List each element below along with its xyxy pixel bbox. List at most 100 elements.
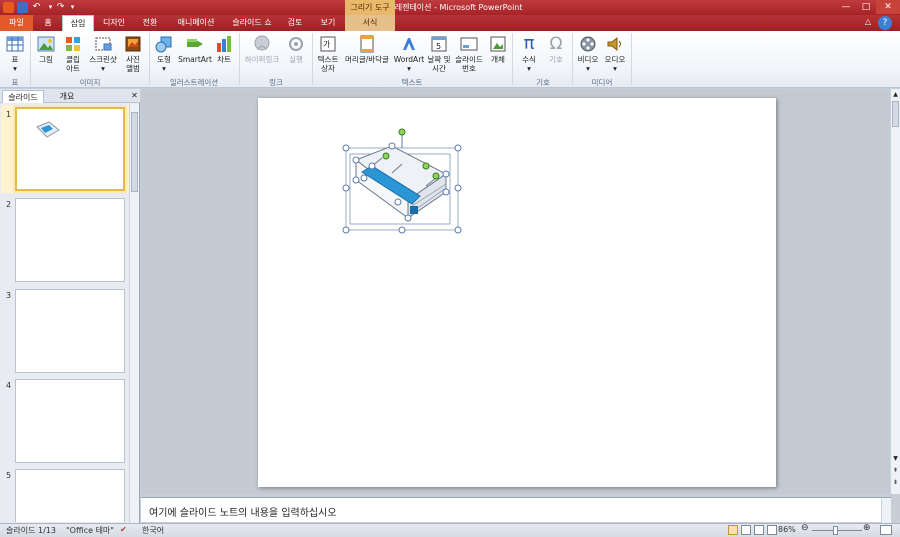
tab-view[interactable]: 보기 bbox=[313, 15, 343, 31]
clipart-button[interactable]: 클립 아트 bbox=[60, 33, 86, 73]
tab-file[interactable]: 파일 bbox=[0, 15, 33, 31]
redo-icon[interactable]: ↷ bbox=[55, 2, 66, 13]
spellcheck-icon[interactable]: ✔ bbox=[120, 525, 127, 534]
tab-home[interactable]: 홈 bbox=[36, 15, 60, 31]
group-label-links: 링크 bbox=[269, 78, 283, 87]
calendar-icon: 5 bbox=[431, 36, 447, 52]
slide-thumbnail-2[interactable] bbox=[15, 198, 125, 282]
group-separator bbox=[572, 33, 573, 85]
title-bar: 새 프레젠테이션 - Microsoft PowerPoint bbox=[0, 0, 900, 15]
chart-button[interactable]: 차트 bbox=[213, 33, 235, 64]
slide-thumbnail-1[interactable] bbox=[15, 107, 125, 191]
scrollbar-thumb[interactable] bbox=[131, 112, 138, 192]
powerpoint-logo-icon[interactable] bbox=[3, 2, 14, 13]
object-button[interactable]: 개체 bbox=[487, 33, 509, 64]
symbol-button[interactable]: Ω 기호 bbox=[543, 33, 569, 64]
maximize-button[interactable]: □ bbox=[856, 0, 876, 14]
window-title: 새 프레젠테이션 - Microsoft PowerPoint bbox=[377, 3, 523, 12]
tab-animations[interactable]: 애니메이션 bbox=[168, 15, 224, 31]
notes-pane[interactable]: 여기에 슬라이드 노트의 내용을 입력하십시오 bbox=[141, 497, 891, 523]
action-icon bbox=[289, 37, 303, 51]
tab-outline[interactable]: 개요 bbox=[46, 90, 88, 103]
theme-name[interactable]: "Office 테마" bbox=[66, 525, 114, 536]
smartart-button[interactable]: SmartArt bbox=[177, 33, 213, 64]
reading-view-icon[interactable] bbox=[754, 525, 764, 535]
tab-review[interactable]: 검토 bbox=[279, 15, 311, 31]
status-bar bbox=[0, 523, 900, 537]
tab-format[interactable]: 서식 bbox=[345, 15, 395, 31]
group-separator bbox=[631, 33, 632, 85]
close-button[interactable]: ✕ bbox=[876, 0, 900, 14]
close-pane-icon[interactable]: ✕ bbox=[130, 91, 139, 101]
picture-icon bbox=[37, 36, 55, 52]
fit-to-window-icon[interactable] bbox=[880, 525, 892, 535]
tab-slides[interactable]: 슬라이드 bbox=[2, 90, 44, 103]
shapes-button[interactable]: 도형 ▾ bbox=[152, 33, 176, 73]
textbox-icon: 가 bbox=[320, 36, 336, 52]
scrollbar-thumb[interactable] bbox=[892, 101, 899, 127]
customize-qat-icon[interactable]: ▾ bbox=[67, 2, 78, 13]
previous-slide-icon[interactable]: ⇞ bbox=[892, 467, 899, 475]
header-footer-button[interactable]: 머리글/바닥글 bbox=[342, 33, 392, 64]
chart-icon bbox=[217, 36, 231, 52]
undo-icon[interactable]: ↶ bbox=[31, 2, 42, 13]
zoom-out-icon[interactable]: ⊖ bbox=[801, 523, 809, 533]
group-label-images: 이미지 bbox=[79, 78, 101, 87]
insert-picture-button[interactable]: 그림 bbox=[34, 33, 58, 64]
group-label-symbols: 기호 bbox=[536, 78, 550, 87]
language-indicator[interactable]: 한국어 bbox=[142, 525, 164, 536]
group-label-text: 텍스트 bbox=[401, 78, 423, 87]
slide-number-button[interactable]: 슬라이드 번호 bbox=[452, 33, 486, 73]
wordart-button[interactable]: WordArt ▾ bbox=[393, 33, 425, 73]
slides-pane-scrollbar[interactable] bbox=[129, 104, 139, 523]
thumbnail-number: 3 bbox=[6, 291, 12, 300]
tab-slideshow[interactable]: 슬라이드 쇼 bbox=[227, 15, 277, 31]
selected-3d-shape[interactable] bbox=[342, 128, 462, 236]
normal-view-icon[interactable] bbox=[728, 525, 738, 535]
tab-design[interactable]: 디자인 bbox=[97, 15, 131, 31]
screenshot-button[interactable]: 스크린샷 ▾ bbox=[87, 33, 119, 73]
tab-transitions[interactable]: 전환 bbox=[134, 15, 166, 31]
save-icon[interactable] bbox=[17, 2, 28, 13]
hyperlink-button[interactable]: 하이퍼링크 bbox=[242, 33, 282, 64]
insert-table-button[interactable]: 표 ▾ bbox=[2, 33, 28, 73]
tab-insert[interactable]: 삽입 bbox=[62, 15, 94, 32]
drawing-tools-header: 그리기 도구 bbox=[345, 0, 395, 15]
thumbnail-number: 5 bbox=[6, 471, 12, 480]
slideshow-view-icon[interactable] bbox=[767, 525, 777, 535]
ribbon-minimize-icon[interactable]: △ bbox=[862, 17, 874, 29]
group-separator bbox=[149, 33, 150, 85]
photo-album-icon bbox=[125, 36, 141, 52]
slide-scrollbar[interactable]: ▲ ▼ ⇞ ⇟ bbox=[890, 89, 900, 494]
zoom-level[interactable]: 86% bbox=[778, 525, 796, 534]
slide-sorter-icon[interactable] bbox=[741, 525, 751, 535]
textbox-button[interactable]: 가 텍스트 상자 bbox=[314, 33, 342, 73]
slide-thumbnail-5[interactable] bbox=[15, 469, 125, 522]
film-reel-icon bbox=[580, 36, 596, 52]
equation-button[interactable]: π 수식 ▾ bbox=[516, 33, 542, 74]
zoom-slider-thumb[interactable] bbox=[833, 526, 838, 535]
slide-thumbnail-3[interactable] bbox=[15, 289, 125, 373]
photo-album-button[interactable]: 사진 앨범 bbox=[120, 33, 146, 73]
scroll-up-icon[interactable]: ▲ bbox=[892, 91, 899, 99]
slide-canvas[interactable] bbox=[258, 98, 776, 487]
date-time-button[interactable]: 5 날짜 및 시간 bbox=[426, 33, 452, 73]
help-icon[interactable]: ? bbox=[878, 16, 892, 30]
object-icon bbox=[490, 36, 506, 52]
action-button[interactable]: 실행 bbox=[283, 33, 309, 64]
video-button[interactable]: 비디오 ▾ bbox=[575, 33, 601, 73]
table-icon bbox=[6, 36, 24, 52]
audio-button[interactable]: 오디오 ▾ bbox=[602, 33, 628, 73]
next-slide-icon[interactable]: ⇟ bbox=[892, 479, 899, 487]
slide-thumbnail-4[interactable] bbox=[15, 379, 125, 463]
zoom-in-icon[interactable]: ⊕ bbox=[863, 523, 871, 533]
thumbnail-number: 2 bbox=[6, 200, 12, 209]
screenshot-icon bbox=[95, 37, 112, 51]
minimize-button[interactable]: — bbox=[836, 0, 856, 14]
speaker-icon bbox=[607, 36, 621, 52]
notes-scrollbar[interactable] bbox=[881, 498, 891, 523]
smartart-icon bbox=[187, 39, 203, 47]
slide-number-icon bbox=[460, 37, 478, 51]
scroll-down-icon[interactable]: ▼ bbox=[892, 455, 899, 463]
clipart-icon bbox=[66, 37, 80, 51]
